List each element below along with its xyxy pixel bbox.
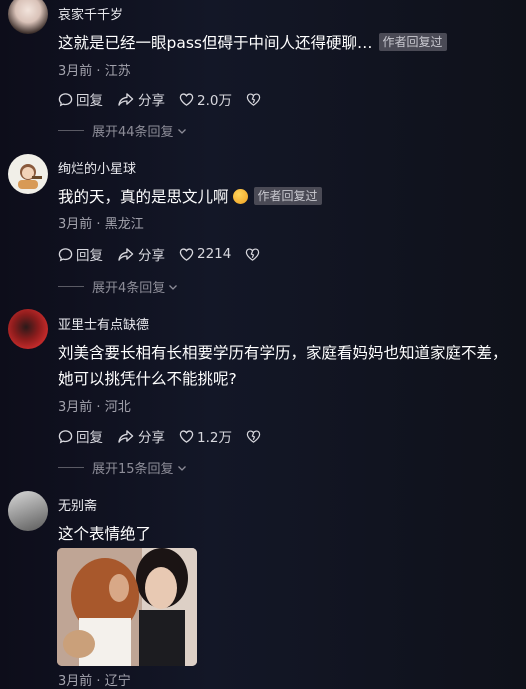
comment-meta: 3月前 · 黑龙江 bbox=[58, 213, 144, 232]
dislike-button[interactable] bbox=[246, 92, 264, 107]
comment-text-content: 我的天，真的是思文儿啊 bbox=[58, 188, 229, 206]
like-button[interactable]: 2.0万 bbox=[179, 89, 232, 109]
reply-icon bbox=[58, 92, 73, 106]
divider-line bbox=[58, 467, 84, 468]
meta-separator: · bbox=[96, 400, 101, 415]
avatar[interactable] bbox=[8, 0, 48, 34]
comment-text-content: 这就是已经一眼pass但碍于中间人还得硬聊… bbox=[58, 34, 373, 52]
meta-separator: · bbox=[96, 217, 101, 232]
expand-replies[interactable]: 展开44条回复 bbox=[58, 121, 188, 140]
meta-separator: · bbox=[96, 64, 101, 79]
comment-text: 我的天，真的是思文儿啊 作者回复过 bbox=[58, 184, 516, 210]
dislike-button[interactable] bbox=[246, 429, 264, 444]
like-icon bbox=[179, 247, 194, 261]
like-button[interactable]: 1.2万 bbox=[179, 426, 232, 446]
comment-username[interactable]: 亚里士有点缺德 bbox=[58, 314, 149, 333]
expand-replies-label: 展开44条回复 bbox=[92, 125, 174, 140]
share-icon bbox=[118, 92, 134, 106]
dislike-icon bbox=[246, 92, 261, 106]
expand-replies[interactable]: 展开4条回复 bbox=[58, 277, 179, 296]
avatar[interactable] bbox=[8, 309, 48, 349]
like-count: 1.2万 bbox=[197, 430, 232, 446]
share-button[interactable]: 分享 bbox=[117, 426, 165, 446]
chevron-down-icon bbox=[169, 284, 178, 290]
chevron-down-icon bbox=[177, 128, 186, 134]
like-icon bbox=[179, 429, 194, 443]
smiling-face-icon bbox=[232, 189, 248, 204]
share-button[interactable]: 分享 bbox=[117, 89, 165, 109]
like-icon bbox=[179, 92, 194, 106]
comment-text: 这个表情绝了 bbox=[58, 525, 152, 543]
comment-username[interactable]: 哀家千千岁 bbox=[58, 4, 123, 23]
expand-replies-label: 展开15条回复 bbox=[92, 462, 174, 477]
comment-text: 这就是已经一眼pass但碍于中间人还得硬聊… 作者回复过 bbox=[58, 30, 516, 56]
like-count: 2.0万 bbox=[197, 93, 232, 109]
comment-location: 黑龙江 bbox=[104, 217, 144, 232]
comment-image[interactable] bbox=[57, 548, 197, 666]
share-label: 分享 bbox=[138, 248, 165, 264]
meta-separator: · bbox=[96, 674, 101, 689]
comment-location: 河北 bbox=[104, 400, 131, 415]
comment-actions: 回复 分享 2214 bbox=[58, 244, 277, 264]
expand-replies-label: 展开4条回复 bbox=[92, 281, 166, 296]
comment-username[interactable]: 绚烂的小星球 bbox=[58, 158, 136, 177]
comment-time: 3月前 bbox=[58, 674, 93, 689]
reply-label: 回复 bbox=[76, 248, 103, 264]
comment-time: 3月前 bbox=[58, 64, 93, 79]
share-label: 分享 bbox=[138, 430, 165, 446]
comment-username[interactable]: 无别斋 bbox=[58, 495, 97, 514]
avatar-illustration bbox=[18, 164, 42, 189]
reply-icon bbox=[58, 429, 73, 443]
comment-time: 3月前 bbox=[58, 400, 93, 415]
comment-meta: 3月前 · 河北 bbox=[58, 396, 131, 415]
author-replied-badge: 作者回复过 bbox=[253, 187, 322, 205]
expand-replies[interactable]: 展开15条回复 bbox=[58, 458, 188, 477]
comment-image-illustration bbox=[57, 548, 197, 666]
avatar[interactable] bbox=[8, 491, 48, 531]
chevron-down-icon bbox=[177, 465, 186, 471]
dislike-icon bbox=[246, 429, 261, 443]
reply-label: 回复 bbox=[76, 430, 103, 446]
comment-meta: 3月前 · 江苏 bbox=[58, 60, 131, 79]
dislike-button[interactable] bbox=[245, 247, 263, 262]
avatar[interactable] bbox=[8, 154, 48, 194]
reply-label: 回复 bbox=[76, 93, 103, 109]
comment-text: 刘美含要长相有长相要学历有学历，家庭看妈妈也知道家庭不差，她可以挑凭什么不能挑呢… bbox=[58, 344, 508, 388]
comment-location: 辽宁 bbox=[104, 674, 131, 689]
reply-button[interactable]: 回复 bbox=[58, 426, 103, 446]
like-button[interactable]: 2214 bbox=[179, 246, 231, 262]
share-icon bbox=[118, 247, 134, 261]
share-icon bbox=[118, 429, 134, 443]
divider-line bbox=[58, 130, 84, 131]
reply-button[interactable]: 回复 bbox=[58, 244, 103, 264]
comment-actions: 回复 分享 1.2万 bbox=[58, 426, 278, 446]
reply-button[interactable]: 回复 bbox=[58, 89, 103, 109]
author-replied-badge: 作者回复过 bbox=[378, 33, 447, 51]
reply-icon bbox=[58, 247, 73, 261]
share-button[interactable]: 分享 bbox=[117, 244, 165, 264]
comment-time: 3月前 bbox=[58, 217, 93, 232]
like-count: 2214 bbox=[197, 246, 232, 262]
divider-line bbox=[58, 286, 84, 287]
dislike-icon bbox=[246, 247, 260, 261]
comment-meta: 3月前 · 辽宁 bbox=[58, 670, 131, 689]
comment-location: 江苏 bbox=[104, 64, 131, 79]
share-label: 分享 bbox=[138, 93, 165, 109]
comment-actions: 回复 分享 2.0万 bbox=[58, 89, 278, 109]
